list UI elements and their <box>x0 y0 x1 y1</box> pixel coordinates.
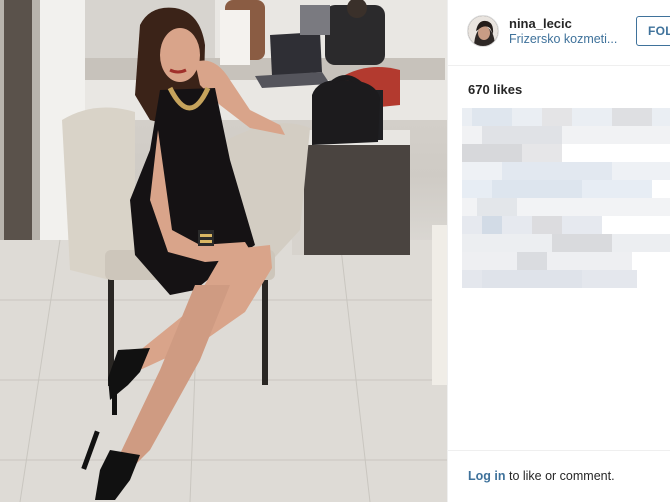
login-suffix: to like or comment. <box>505 469 615 483</box>
avatar[interactable] <box>467 15 499 47</box>
login-link[interactable]: Log in <box>468 469 506 483</box>
location-link[interactable]: Frizersko kozmeti... <box>509 32 619 46</box>
photo-illustration <box>0 0 447 502</box>
likes-count[interactable]: 670 likes <box>468 82 522 97</box>
post-footer: Log in to like or comment. <box>448 450 670 502</box>
instagram-post: nina_lecic Frizersko kozmeti... FOLLOW 6… <box>0 0 670 502</box>
username-link[interactable]: nina_lecic <box>509 16 572 31</box>
follow-button[interactable]: FOLLOW <box>636 16 670 46</box>
post-header: nina_lecic Frizersko kozmeti... FOLLOW <box>448 0 670 66</box>
post-photo[interactable] <box>0 0 447 502</box>
post-sidebar: nina_lecic Frizersko kozmeti... FOLLOW 6… <box>447 0 670 502</box>
profile-photo-icon <box>468 16 498 46</box>
pixelated-caption <box>462 108 670 288</box>
login-prompt: Log in to like or comment. <box>468 469 615 483</box>
